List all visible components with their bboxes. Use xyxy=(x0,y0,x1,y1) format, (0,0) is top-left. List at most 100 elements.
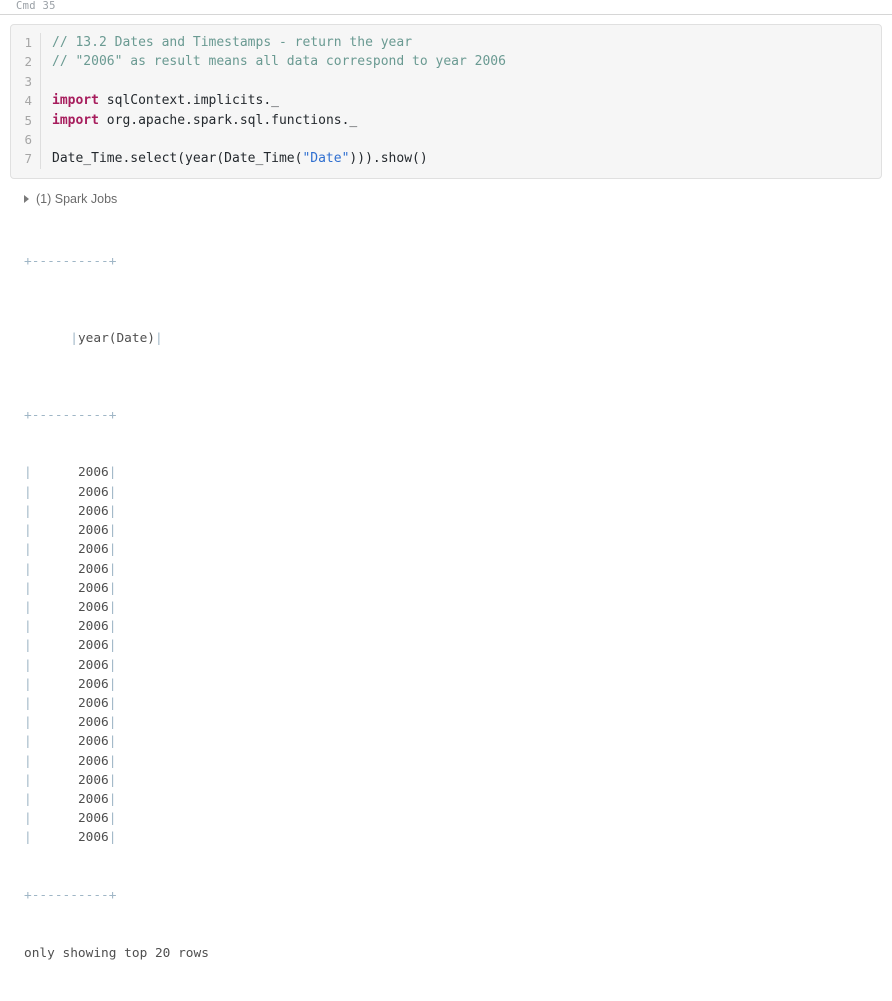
table-cell-year: 2006 xyxy=(31,580,109,596)
table-row: | 2006| xyxy=(24,752,892,771)
table-row: | 2006| xyxy=(24,809,892,828)
line-number: 3 xyxy=(24,73,32,89)
table-cell-year: 2006 xyxy=(31,791,109,807)
code-token-comment: // 13.2 Dates and Timestamps - return th… xyxy=(52,35,413,50)
line-number: 5 xyxy=(24,112,32,128)
table-bar-right: | xyxy=(108,599,117,615)
table-row: | 2006| xyxy=(24,598,892,617)
table-bar-left: | xyxy=(70,331,78,347)
code-token-keyword: import xyxy=(52,93,99,109)
triangle-right-icon[interactable] xyxy=(24,195,29,204)
table-row: | 2006| xyxy=(24,540,892,559)
table-cell-year: 2006 xyxy=(31,599,109,615)
table-bar-left: | xyxy=(24,561,32,577)
table-bar-right: | xyxy=(108,465,117,481)
table-column-header: year(Date) xyxy=(77,331,155,347)
table-header-border: +----------+ xyxy=(24,407,117,423)
code-line: import sqlContext.implicits._ xyxy=(52,91,881,110)
table-row: | 2006| xyxy=(24,732,892,751)
code-token-keyword: import xyxy=(52,112,99,128)
cmd-label: Cmd 35 xyxy=(16,0,56,12)
cell-header: Cmd 35 xyxy=(0,0,892,15)
line-number: 1 xyxy=(24,35,32,50)
table-bar-right: | xyxy=(108,695,117,711)
table-cell-year: 2006 xyxy=(31,561,109,577)
table-cell-year: 2006 xyxy=(31,638,109,654)
table-row: | 2006| xyxy=(24,483,892,502)
table-bar-right: | xyxy=(108,753,117,769)
code-token-plain: org.apache.spark.sql.functions._ xyxy=(98,112,358,128)
code-token-comment: // "2006" as result means all data corre… xyxy=(52,54,506,70)
line-number-gutter: 1 2 3 4 5 6 7 xyxy=(11,33,41,169)
table-bar-right: | xyxy=(108,830,117,846)
table-row: | 2006| xyxy=(24,828,892,847)
table-row: | 2006| xyxy=(24,694,892,713)
table-bar-left: | xyxy=(24,791,32,807)
table-row: | 2006| xyxy=(24,463,892,482)
table-row: | 2006| xyxy=(24,771,892,790)
line-number: 4 xyxy=(24,93,32,109)
spark-jobs-toggle[interactable]: (1) Spark Jobs xyxy=(24,191,117,208)
table-cell-year: 2006 xyxy=(31,484,109,500)
table-cell-year: 2006 xyxy=(31,830,109,846)
table-cell-year: 2006 xyxy=(31,523,109,539)
table-bar-left: | xyxy=(24,830,32,846)
table-bar-right: | xyxy=(108,715,117,731)
line-number: 6 xyxy=(24,132,32,148)
table-bar-right: | xyxy=(108,772,117,788)
table-bar-right: | xyxy=(108,523,117,539)
table-cell-year: 2006 xyxy=(31,542,109,558)
table-cell-year: 2006 xyxy=(31,465,109,481)
code-content[interactable]: // 13.2 Dates and Timestamps - return th… xyxy=(41,33,881,169)
table-cell-year: 2006 xyxy=(31,753,109,769)
code-token-string: "Date" xyxy=(302,151,350,167)
table-bar-right: | xyxy=(108,676,117,692)
table-bar-left: | xyxy=(24,772,32,788)
table-bar-left: | xyxy=(24,676,32,692)
table-row: | 2006| xyxy=(24,617,892,636)
table-cell-year: 2006 xyxy=(31,811,109,827)
table-bar-right: | xyxy=(108,638,117,654)
table-header-row: |year(Date)| xyxy=(24,310,892,368)
code-line: Date_Time.select(year(Date_Time("Date"))… xyxy=(52,149,881,168)
code-line: // "2006" as result means all data corre… xyxy=(52,52,881,71)
table-bar-left: | xyxy=(24,580,32,596)
table-cell-year: 2006 xyxy=(31,695,109,711)
table-bar-left: | xyxy=(24,484,32,500)
line-number: 2 xyxy=(24,54,32,70)
table-bar-right: | xyxy=(108,791,117,807)
table-bar-left: | xyxy=(24,734,32,750)
table-footer-note: only showing top 20 rows xyxy=(24,945,209,961)
table-row: | 2006| xyxy=(24,579,892,598)
table-bar-right: | xyxy=(108,484,117,500)
code-editor[interactable]: 1 2 3 4 5 6 7 // 13.2 Dates and Timestam… xyxy=(10,24,882,179)
table-bar-left: | xyxy=(24,599,32,615)
code-line: // 13.2 Dates and Timestamps - return th… xyxy=(52,33,881,52)
table-bar-left: | xyxy=(24,465,32,481)
table-cell-year: 2006 xyxy=(31,503,109,519)
table-bar-right: | xyxy=(108,811,117,827)
cell-result: (1) Spark Jobs +----------+ |year(Date)|… xyxy=(0,179,892,1001)
table-cell-year: 2006 xyxy=(31,657,109,673)
table-cell-year: 2006 xyxy=(31,619,109,635)
code-token-plain: ))).show() xyxy=(349,151,428,167)
code-token-plain: sqlContext.implicits._ xyxy=(98,93,279,109)
table-bar-left: | xyxy=(24,542,32,558)
table-bar-right: | xyxy=(108,580,117,596)
table-bar-left: | xyxy=(24,503,32,519)
table-bar-left: | xyxy=(24,638,32,654)
table-row: | 2006| xyxy=(24,656,892,675)
table-bar-left: | xyxy=(24,753,32,769)
table-bar-left: | xyxy=(24,715,32,731)
table-row: | 2006| xyxy=(24,502,892,521)
table-bar-left: | xyxy=(24,523,32,539)
code-line: import org.apache.spark.sql.functions._ xyxy=(52,111,881,130)
table-cell-year: 2006 xyxy=(31,734,109,750)
table-top-border: +----------+ xyxy=(24,254,117,270)
table-row: | 2006| xyxy=(24,675,892,694)
table-row: | 2006| xyxy=(24,713,892,732)
table-bar-left: | xyxy=(24,657,32,673)
table-bar-left: | xyxy=(24,811,32,827)
table-cell-year: 2006 xyxy=(31,772,109,788)
